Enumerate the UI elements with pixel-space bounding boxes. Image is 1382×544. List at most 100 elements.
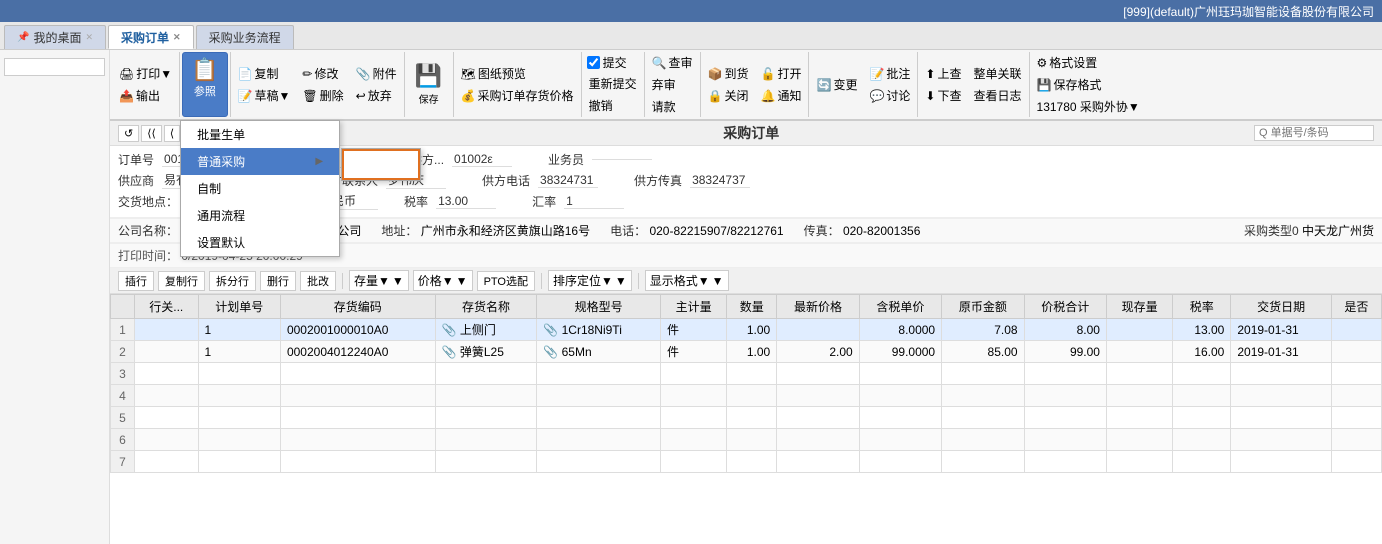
th-tax-price[interactable]: 含税单价 [859,295,941,319]
th-current-stock[interactable]: 现存量 [1106,295,1172,319]
th-total-tax[interactable]: 价税合计 [1024,295,1106,319]
resubmit-button[interactable]: 重新提交 [584,73,642,94]
th-spec[interactable]: 规格型号 [537,295,661,319]
row-delivery-date[interactable]: 2019-01-31 [1231,341,1332,363]
dropdown-item-custom[interactable]: 自制 [181,175,339,202]
submenu-item-req-order[interactable]: 请购单 [342,149,420,180]
row-tax-price[interactable]: 8.0000 [859,319,941,341]
th-unit[interactable]: 主计量 [661,295,727,319]
cancel-button[interactable]: 撤销 [584,95,642,116]
row-latest-price[interactable]: 2.00 [777,341,859,363]
nav-prev-prev-button[interactable]: ⟨⟨ [141,125,162,142]
tax-value[interactable]: 13.00 [436,194,496,209]
salesperson-value[interactable] [592,159,652,160]
row-stock-code[interactable]: 0002004012240A0 [280,341,435,363]
supplier-phone-value[interactable]: 38324731 [538,173,598,188]
copy-row-button[interactable]: 复制行 [158,271,205,291]
row-plan-no[interactable]: 1 [198,319,280,341]
row-plan-no[interactable]: 1 [198,341,280,363]
th-tax-rate[interactable]: 税率 [1173,295,1231,319]
sort-dropdown[interactable]: 排序定位▼ ▼ [548,270,632,291]
row-spec[interactable]: 📎 65Mn [537,341,661,363]
payment-button[interactable]: 请款 [647,96,698,117]
arrive-button[interactable]: 📦 到货 [703,63,754,84]
delete-button[interactable]: 🗑 删除 [297,85,348,106]
nav-prev-button[interactable]: ⟨ [164,125,180,142]
th-stock-name[interactable]: 存货名称 [435,295,537,319]
dropdown-item-bulk-create[interactable]: 批量生单 [181,121,339,148]
row-stock-code[interactable]: 0002001000010A0 [280,319,435,341]
modify-button[interactable]: ✏ 修改 [297,63,348,84]
price-dropdown[interactable]: 价格▼ ▼ [413,270,473,291]
row-unit[interactable]: 件 [661,319,727,341]
change-button[interactable]: 🔄 变更 [811,74,862,95]
row-qty[interactable]: 1.00 [727,341,777,363]
row-total-tax[interactable]: 8.00 [1024,319,1106,341]
pto-button[interactable]: PTO选配 [477,271,535,291]
full-link-button[interactable]: 整单关联 [969,63,1027,84]
sidebar-search-input[interactable] [4,58,105,76]
notify-button[interactable]: 🔔 通知 [756,85,807,106]
waive-button[interactable]: 弃审 [647,74,698,95]
save-format-button[interactable]: 💾 保存格式 [1032,74,1145,95]
approve-button[interactable]: 批改 [300,271,336,291]
tab-purchase-order[interactable]: 采购订单 ✕ [108,25,194,49]
tab-desktop[interactable]: 📌 我的桌面 ✕ [4,25,106,49]
row-tax-price[interactable]: 99.0000 [859,341,941,363]
th-latest-price[interactable]: 最新价格 [777,295,859,319]
row-tax-rate[interactable]: 16.00 [1173,341,1231,363]
split-row-button[interactable]: 拆分行 [209,271,256,291]
display-dropdown[interactable]: 显示格式▼ ▼ [645,270,729,291]
row-current-stock[interactable] [1106,319,1172,341]
tab-purchase-flow[interactable]: 采购业务流程 [196,25,294,49]
price-button[interactable]: 💰 采购订单存货价格 [456,85,579,106]
delete-row-button[interactable]: 删行 [260,271,296,291]
diagram-button[interactable]: 🗺 图纸预览 [456,63,579,84]
tab-close-icon[interactable]: ✕ [173,32,181,43]
down-button[interactable]: ⬇ 下查 [920,85,966,106]
copy-button[interactable]: 📄 复制 [233,63,296,84]
row-current-stock[interactable] [1106,341,1172,363]
table-row[interactable]: 2 1 0002004012240A0 📎 弹簧L25 📎 65Mn 件 1.0… [111,341,1382,363]
dropdown-item-normal-purchase[interactable]: 普通采购 ▶ 请购单 [181,148,339,175]
th-delivery-date[interactable]: 交货日期 [1231,295,1332,319]
discard-button[interactable]: ↩ 放弃 [351,85,402,106]
open-button[interactable]: 🔓 打开 [756,63,807,84]
row-unit[interactable]: 件 [661,341,727,363]
row-stock-name[interactable]: 📎 上侧门 [435,319,537,341]
th-orig-amount[interactable]: 原币金额 [942,295,1024,319]
row-tax-rate[interactable]: 13.00 [1173,319,1231,341]
comment-button[interactable]: 📝 批注 [864,63,915,84]
table-row[interactable]: 1 1 0002001000010A0 📎 上侧门 📎 1Cr18Ni9Ti 件… [111,319,1382,341]
dropdown-item-general-flow[interactable]: 通用流程 [181,202,339,229]
save-button[interactable]: 💾 保存 [407,52,451,117]
row-orig-amount[interactable]: 85.00 [942,341,1024,363]
up-button[interactable]: ⬆ 上查 [920,63,966,84]
draft-button[interactable]: 📝 草稿▼ [233,85,296,106]
doc-search-input[interactable] [1254,125,1374,141]
row-stock-name[interactable]: 📎 弹簧L25 [435,341,537,363]
insert-row-button[interactable]: 插行 [118,271,154,291]
purchase-ext-button[interactable]: 131780 采购外协▼ [1032,96,1145,117]
supplier-fax-value[interactable]: 38324737 [690,173,750,188]
exchange-value[interactable]: 1 [564,194,624,209]
dropdown-item-set-default[interactable]: 设置默认 [181,229,339,256]
ref-button[interactable]: 📋 参照 [182,52,227,117]
th-flag[interactable]: 是否 [1331,295,1381,319]
row-qty[interactable]: 1.00 [727,319,777,341]
close-button[interactable]: 🔒 关闭 [703,85,754,106]
row-total-tax[interactable]: 99.00 [1024,341,1106,363]
audit-button[interactable]: 🔍 查审 [647,52,698,73]
row-orig-amount[interactable]: 7.08 [942,319,1024,341]
row-rel[interactable] [135,319,199,341]
nav-first-button[interactable]: ↺ [118,125,139,142]
log-button[interactable]: 查看日志 [969,85,1027,106]
output-button[interactable]: 📤 输出 [114,85,177,106]
th-qty[interactable]: 数量 [727,295,777,319]
attachment-button[interactable]: 📎 附件 [351,63,402,84]
row-spec[interactable]: 📎 1Cr18Ni9Ti [537,319,661,341]
th-plan-no[interactable]: 计划单号 [198,295,280,319]
row-rel[interactable] [135,341,199,363]
row-flag[interactable] [1331,341,1381,363]
stock-dropdown[interactable]: 存量▼ ▼ [349,270,409,291]
